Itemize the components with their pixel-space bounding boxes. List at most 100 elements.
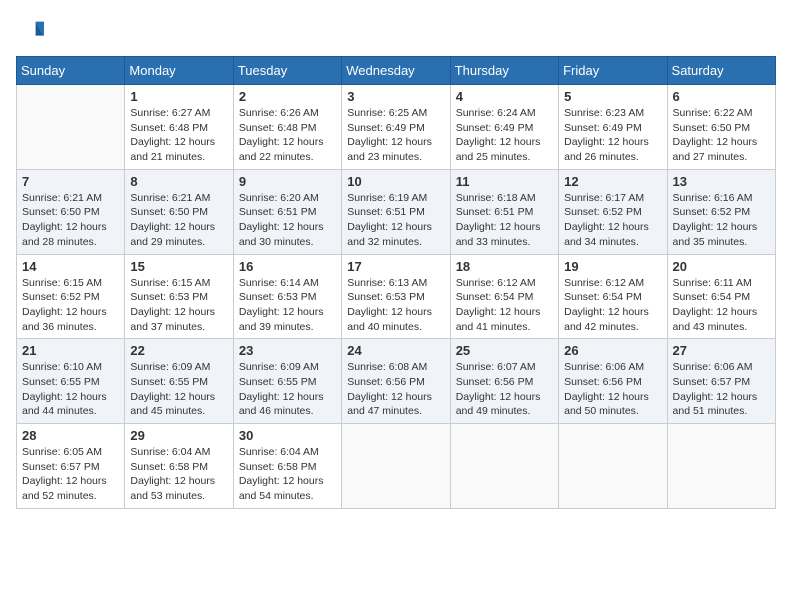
calendar-week-row: 7 Sunrise: 6:21 AM Sunset: 6:50 PM Daylig… [17, 169, 776, 254]
day-info: Sunrise: 6:21 AM Sunset: 6:50 PM Dayligh… [22, 191, 119, 250]
calendar-cell: 16 Sunrise: 6:14 AM Sunset: 6:53 PM Dayli… [233, 254, 341, 339]
day-number: 16 [239, 259, 336, 274]
calendar-cell: 7 Sunrise: 6:21 AM Sunset: 6:50 PM Daylig… [17, 169, 125, 254]
day-info: Sunrise: 6:21 AM Sunset: 6:50 PM Dayligh… [130, 191, 227, 250]
header-wednesday: Wednesday [342, 57, 450, 85]
day-number: 15 [130, 259, 227, 274]
calendar-cell [17, 85, 125, 170]
calendar-cell: 8 Sunrise: 6:21 AM Sunset: 6:50 PM Daylig… [125, 169, 233, 254]
day-info: Sunrise: 6:12 AM Sunset: 6:54 PM Dayligh… [456, 276, 553, 335]
day-number: 30 [239, 428, 336, 443]
day-info: Sunrise: 6:11 AM Sunset: 6:54 PM Dayligh… [673, 276, 770, 335]
day-number: 17 [347, 259, 444, 274]
calendar-week-row: 14 Sunrise: 6:15 AM Sunset: 6:52 PM Dayli… [17, 254, 776, 339]
calendar-cell: 17 Sunrise: 6:13 AM Sunset: 6:53 PM Dayli… [342, 254, 450, 339]
day-info: Sunrise: 6:22 AM Sunset: 6:50 PM Dayligh… [673, 106, 770, 165]
calendar-cell: 20 Sunrise: 6:11 AM Sunset: 6:54 PM Dayli… [667, 254, 775, 339]
calendar-cell: 21 Sunrise: 6:10 AM Sunset: 6:55 PM Dayli… [17, 339, 125, 424]
calendar-cell: 13Sunrise: 6:16 AM Sunset: 6:52 PM Dayli… [667, 169, 775, 254]
day-number: 21 [22, 343, 119, 358]
calendar-cell: 25Sunrise: 6:07 AM Sunset: 6:56 PM Dayli… [450, 339, 558, 424]
day-number: 24 [347, 343, 444, 358]
calendar-cell: 5 Sunrise: 6:23 AM Sunset: 6:49 PM Daylig… [559, 85, 667, 170]
day-number: 28 [22, 428, 119, 443]
calendar-cell: 6 Sunrise: 6:22 AM Sunset: 6:50 PM Daylig… [667, 85, 775, 170]
calendar-table: SundayMondayTuesdayWednesdayThursdayFrid… [16, 56, 776, 509]
day-number: 7 [22, 174, 119, 189]
day-number: 14 [22, 259, 119, 274]
day-number: 29 [130, 428, 227, 443]
calendar-cell: 19Sunrise: 6:12 AM Sunset: 6:54 PM Dayli… [559, 254, 667, 339]
calendar-cell [559, 424, 667, 509]
calendar-cell: 28 Sunrise: 6:05 AM Sunset: 6:57 PM Dayli… [17, 424, 125, 509]
day-info: Sunrise: 6:16 AM Sunset: 6:52 PM Dayligh… [673, 191, 770, 250]
day-info: Sunrise: 6:13 AM Sunset: 6:53 PM Dayligh… [347, 276, 444, 335]
day-info: Sunrise: 6:23 AM Sunset: 6:49 PM Dayligh… [564, 106, 661, 165]
header-friday: Friday [559, 57, 667, 85]
day-info: Sunrise: 6:04 AM Sunset: 6:58 PM Dayligh… [130, 445, 227, 504]
calendar-cell: 26Sunrise: 6:06 AM Sunset: 6:56 PM Dayli… [559, 339, 667, 424]
day-number: 5 [564, 89, 661, 104]
day-number: 1 [130, 89, 227, 104]
day-number: 8 [130, 174, 227, 189]
day-number: 3 [347, 89, 444, 104]
day-number: 20 [673, 259, 770, 274]
day-info: Sunrise: 6:24 AM Sunset: 6:49 PM Dayligh… [456, 106, 553, 165]
calendar-cell: 22 Sunrise: 6:09 AM Sunset: 6:55 PM Dayli… [125, 339, 233, 424]
calendar-cell: 10 Sunrise: 6:19 AM Sunset: 6:51 PM Dayli… [342, 169, 450, 254]
day-info: Sunrise: 6:10 AM Sunset: 6:55 PM Dayligh… [22, 360, 119, 419]
day-info: Sunrise: 6:04 AM Sunset: 6:58 PM Dayligh… [239, 445, 336, 504]
calendar-cell: 15 Sunrise: 6:15 AM Sunset: 6:53 PM Dayli… [125, 254, 233, 339]
logo-icon [16, 16, 44, 44]
day-info: Sunrise: 6:18 AM Sunset: 6:51 PM Dayligh… [456, 191, 553, 250]
calendar-cell [450, 424, 558, 509]
day-info: Sunrise: 6:09 AM Sunset: 6:55 PM Dayligh… [239, 360, 336, 419]
calendar-cell: 14 Sunrise: 6:15 AM Sunset: 6:52 PM Dayli… [17, 254, 125, 339]
header-tuesday: Tuesday [233, 57, 341, 85]
calendar-cell: 29 Sunrise: 6:04 AM Sunset: 6:58 PM Dayli… [125, 424, 233, 509]
day-info: Sunrise: 6:15 AM Sunset: 6:52 PM Dayligh… [22, 276, 119, 335]
calendar-cell: 24 Sunrise: 6:08 AM Sunset: 6:56 PM Dayli… [342, 339, 450, 424]
header-thursday: Thursday [450, 57, 558, 85]
day-number: 18 [456, 259, 553, 274]
day-info: Sunrise: 6:15 AM Sunset: 6:53 PM Dayligh… [130, 276, 227, 335]
calendar-cell: 27 Sunrise: 6:06 AM Sunset: 6:57 PM Dayli… [667, 339, 775, 424]
day-info: Sunrise: 6:20 AM Sunset: 6:51 PM Dayligh… [239, 191, 336, 250]
calendar-cell [667, 424, 775, 509]
day-number: 6 [673, 89, 770, 104]
day-info: Sunrise: 6:08 AM Sunset: 6:56 PM Dayligh… [347, 360, 444, 419]
day-info: Sunrise: 6:19 AM Sunset: 6:51 PM Dayligh… [347, 191, 444, 250]
calendar-cell: 1 Sunrise: 6:27 AM Sunset: 6:48 PM Daylig… [125, 85, 233, 170]
calendar-cell: 4Sunrise: 6:24 AM Sunset: 6:49 PM Daylig… [450, 85, 558, 170]
day-number: 23 [239, 343, 336, 358]
logo [16, 16, 48, 44]
calendar-cell: 30 Sunrise: 6:04 AM Sunset: 6:58 PM Dayli… [233, 424, 341, 509]
calendar-header-row: SundayMondayTuesdayWednesdayThursdayFrid… [17, 57, 776, 85]
day-info: Sunrise: 6:05 AM Sunset: 6:57 PM Dayligh… [22, 445, 119, 504]
calendar-cell: 23 Sunrise: 6:09 AM Sunset: 6:55 PM Dayli… [233, 339, 341, 424]
calendar-week-row: 21 Sunrise: 6:10 AM Sunset: 6:55 PM Dayli… [17, 339, 776, 424]
day-number: 19 [564, 259, 661, 274]
day-number: 2 [239, 89, 336, 104]
calendar-cell: 11Sunrise: 6:18 AM Sunset: 6:51 PM Dayli… [450, 169, 558, 254]
header-saturday: Saturday [667, 57, 775, 85]
calendar-cell: 18 Sunrise: 6:12 AM Sunset: 6:54 PM Dayli… [450, 254, 558, 339]
page-header [16, 16, 776, 44]
calendar-week-row: 28 Sunrise: 6:05 AM Sunset: 6:57 PM Dayli… [17, 424, 776, 509]
calendar-cell [342, 424, 450, 509]
calendar-cell: 2 Sunrise: 6:26 AM Sunset: 6:48 PM Daylig… [233, 85, 341, 170]
day-info: Sunrise: 6:06 AM Sunset: 6:57 PM Dayligh… [673, 360, 770, 419]
calendar-cell: 3Sunrise: 6:25 AM Sunset: 6:49 PM Daylig… [342, 85, 450, 170]
day-number: 9 [239, 174, 336, 189]
day-number: 22 [130, 343, 227, 358]
calendar-week-row: 1 Sunrise: 6:27 AM Sunset: 6:48 PM Daylig… [17, 85, 776, 170]
day-info: Sunrise: 6:27 AM Sunset: 6:48 PM Dayligh… [130, 106, 227, 165]
day-info: Sunrise: 6:26 AM Sunset: 6:48 PM Dayligh… [239, 106, 336, 165]
day-info: Sunrise: 6:17 AM Sunset: 6:52 PM Dayligh… [564, 191, 661, 250]
day-info: Sunrise: 6:09 AM Sunset: 6:55 PM Dayligh… [130, 360, 227, 419]
header-monday: Monday [125, 57, 233, 85]
day-number: 10 [347, 174, 444, 189]
day-info: Sunrise: 6:14 AM Sunset: 6:53 PM Dayligh… [239, 276, 336, 335]
day-number: 27 [673, 343, 770, 358]
calendar-cell: 12Sunrise: 6:17 AM Sunset: 6:52 PM Dayli… [559, 169, 667, 254]
